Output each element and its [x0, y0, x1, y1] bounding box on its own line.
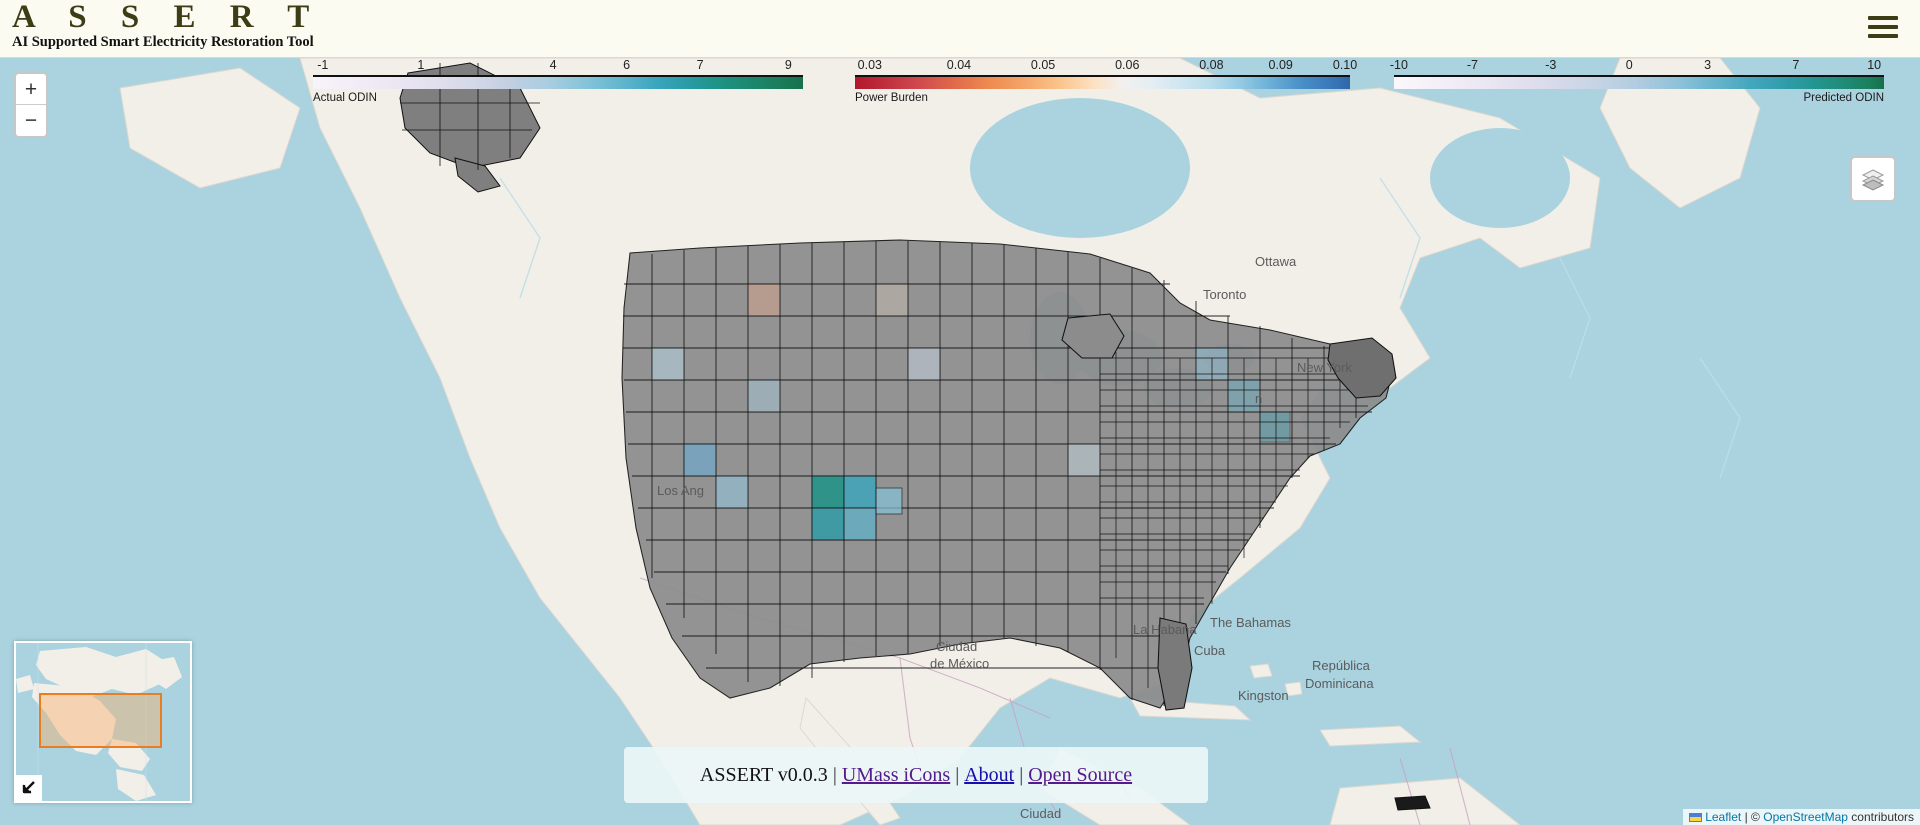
- footer-info-bar: ASSERT v0.0.3 | UMass iCons | About | Op…: [624, 747, 1208, 803]
- footer-link-about[interactable]: About: [964, 764, 1014, 787]
- svg-text:de México: de México: [930, 656, 989, 671]
- footer-sep-3: |: [1019, 763, 1024, 786]
- map-attribution: Leaflet | © OpenStreetMap contributors: [1683, 809, 1920, 825]
- svg-text:Ciudad: Ciudad: [1020, 806, 1061, 821]
- map-tiles: Ottawa Toronto New York n Los Ang La Hab…: [0, 58, 1920, 825]
- svg-text:n: n: [1255, 391, 1262, 406]
- app-header: A S S E R T AI Supported Smart Electrici…: [0, 0, 1920, 58]
- minimap-collapse-button[interactable]: [16, 775, 42, 801]
- footer-sep-2: |: [955, 763, 960, 786]
- svg-text:República: República: [1312, 658, 1371, 673]
- svg-text:New York: New York: [1297, 360, 1352, 375]
- svg-text:Toronto: Toronto: [1203, 287, 1246, 302]
- minimap[interactable]: [14, 641, 192, 803]
- minimap-viewport-rect[interactable]: [39, 693, 162, 748]
- svg-text:Kingston: Kingston: [1238, 688, 1289, 703]
- layers-control-button[interactable]: [1850, 156, 1896, 202]
- attrib-copyright: ©: [1751, 810, 1760, 824]
- layers-stack-icon: [1861, 169, 1885, 191]
- svg-text:Dominicana: Dominicana: [1305, 676, 1374, 691]
- footer-version: ASSERT v0.0.3: [699, 763, 828, 786]
- assert-map-application: Ottawa Toronto New York n Los Ang La Hab…: [0, 0, 1920, 825]
- footer-link-open-source[interactable]: Open Source: [1028, 764, 1132, 787]
- zoom-out-button[interactable]: −: [16, 105, 46, 136]
- attrib-contributors: contributors: [1851, 810, 1914, 824]
- footer-link-umass-icons[interactable]: UMass iCons: [842, 764, 950, 787]
- attrib-sep: |: [1744, 810, 1748, 824]
- attrib-leaflet-link[interactable]: Leaflet: [1705, 810, 1741, 824]
- svg-text:Ottawa: Ottawa: [1255, 254, 1297, 269]
- leaflet-map[interactable]: Ottawa Toronto New York n Los Ang La Hab…: [0, 58, 1920, 825]
- zoom-in-button[interactable]: +: [16, 74, 46, 105]
- zoom-control[interactable]: + −: [14, 72, 48, 138]
- app-title: A S S E R T: [12, 0, 323, 35]
- app-subtitle: AI Supported Smart Electricity Restorati…: [12, 34, 314, 50]
- svg-text:La Habana: La Habana: [1133, 622, 1197, 637]
- hamburger-menu-icon[interactable]: [1868, 16, 1898, 40]
- footer-sep-1: |: [832, 763, 837, 786]
- leaflet-flag-icon: [1689, 813, 1703, 822]
- svg-text:Los Ang: Los Ang: [657, 483, 704, 498]
- svg-text:The Bahamas: The Bahamas: [1210, 615, 1291, 630]
- svg-text:Ciudad: Ciudad: [936, 639, 977, 654]
- attrib-osm-link[interactable]: OpenStreetMap: [1763, 810, 1848, 824]
- collapse-arrow-icon: [22, 781, 35, 794]
- brand: A S S E R T AI Supported Smart Electrici…: [8, 0, 322, 50]
- svg-text:Cuba: Cuba: [1194, 643, 1226, 658]
